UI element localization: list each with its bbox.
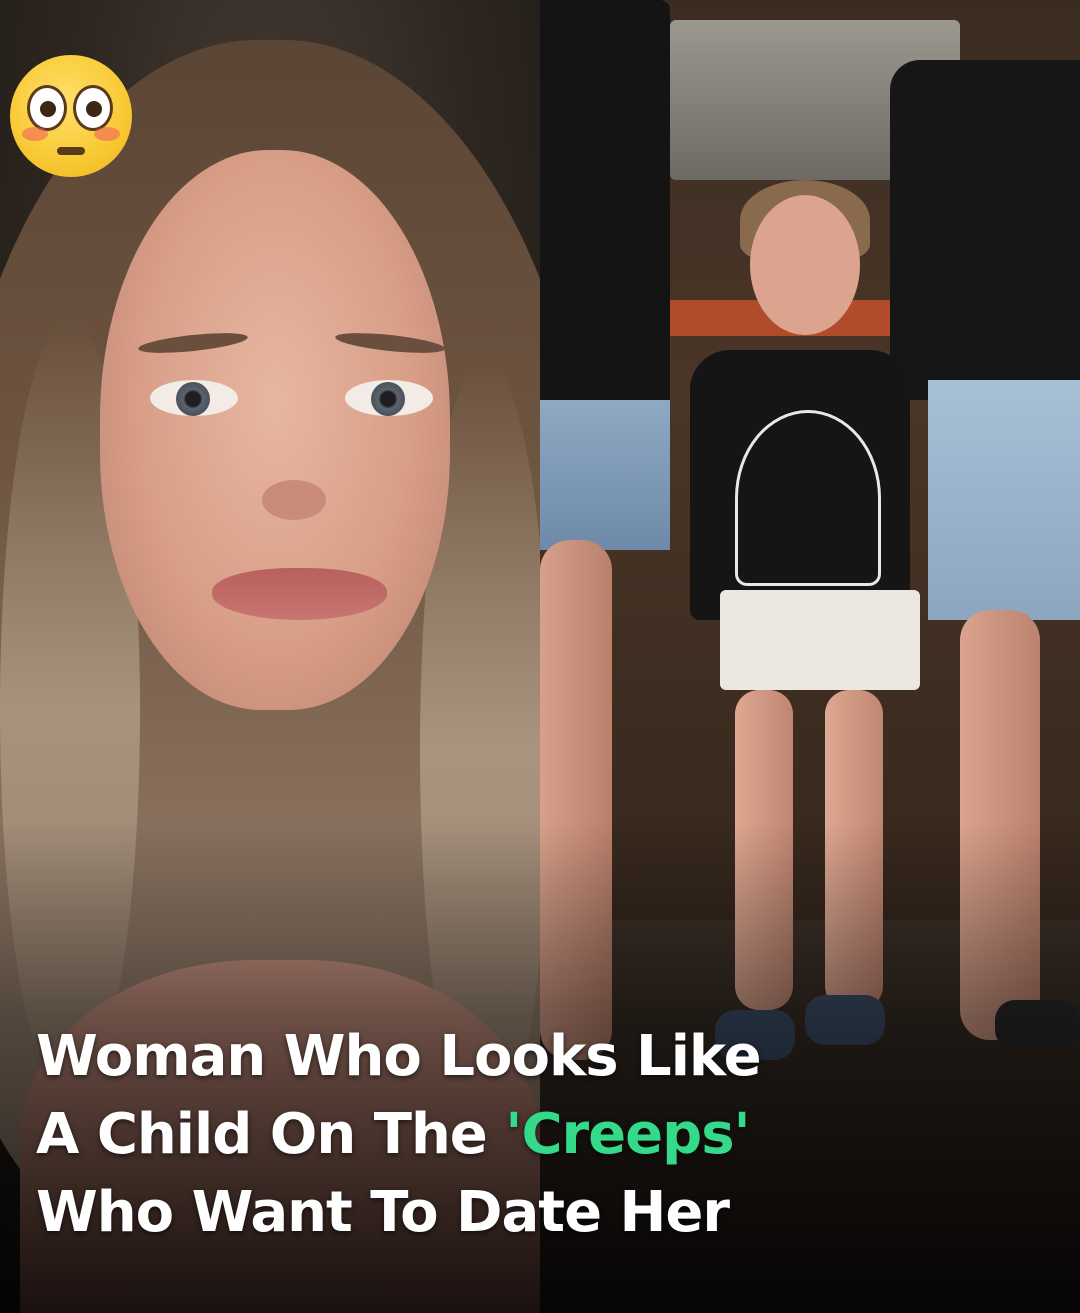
headline: Woman Who Looks Like A Child On The 'Cre… <box>36 1018 1046 1252</box>
post-image: Woman Who Looks Like A Child On The 'Cre… <box>0 0 1080 1313</box>
flushed-face-emoji-icon <box>10 55 132 177</box>
headline-line-3: Who Want To Date Her <box>36 1180 730 1245</box>
headline-line-1: Woman Who Looks Like <box>36 1024 762 1089</box>
headline-line-2: A Child On The 'Creeps' <box>36 1096 1046 1174</box>
headline-highlight: 'Creeps' <box>505 1102 750 1167</box>
headline-line-2-prefix: A Child On The <box>36 1102 506 1167</box>
